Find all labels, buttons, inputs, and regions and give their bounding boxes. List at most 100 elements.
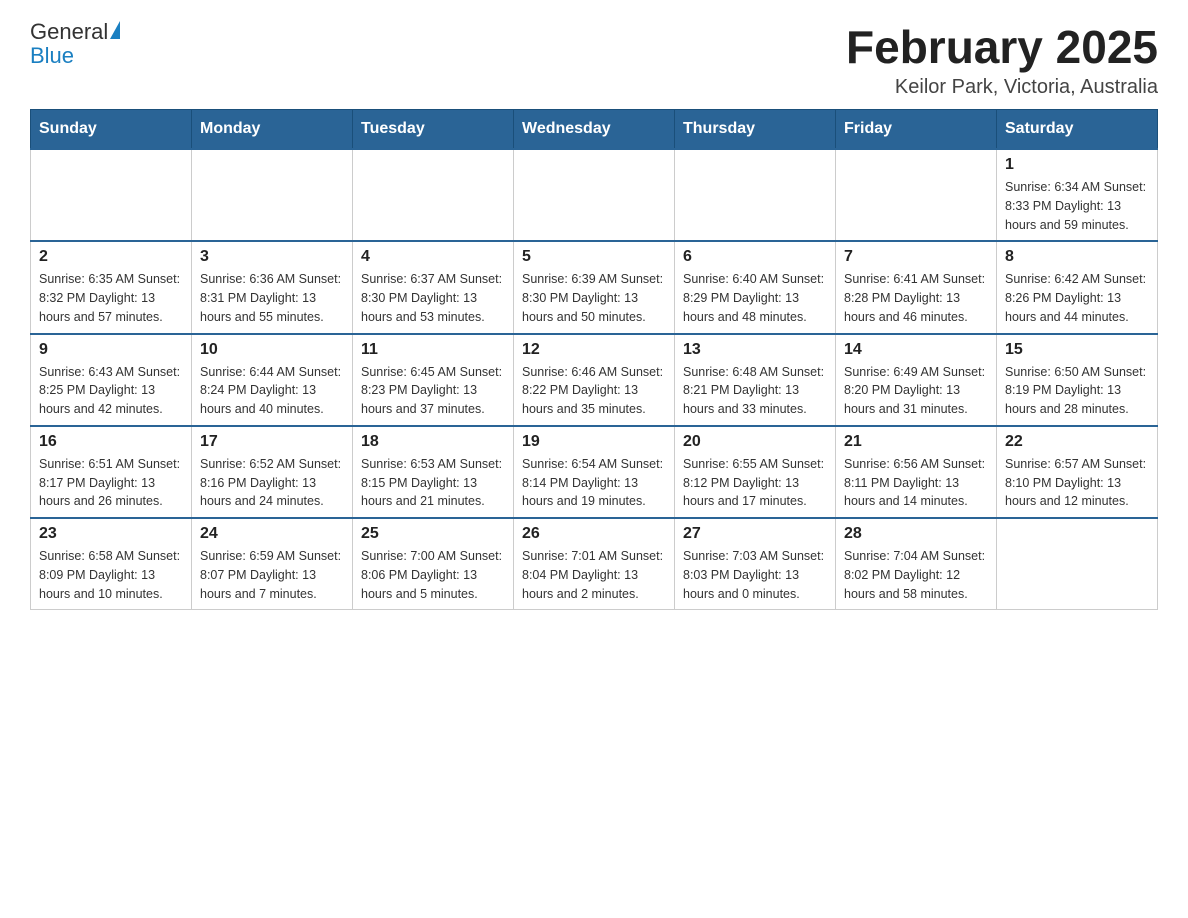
calendar-day-cell: 6 Sunrise: 6:40 AM Sunset: 8:29 PM Daylig… [675, 241, 836, 333]
day-number: 12 [522, 341, 666, 359]
day-info: Sunrise: 6:52 AM Sunset: 8:16 PM Dayligh… [200, 455, 344, 511]
day-of-week-header: Thursday [675, 110, 836, 150]
day-number: 5 [522, 248, 666, 266]
calendar-header-row: SundayMondayTuesdayWednesdayThursdayFrid… [31, 110, 1158, 150]
calendar-week-row: 9 Sunrise: 6:43 AM Sunset: 8:25 PM Daylig… [31, 334, 1158, 426]
day-number: 21 [844, 433, 988, 451]
logo-block: General Blue [30, 20, 120, 68]
calendar-day-cell: 4 Sunrise: 6:37 AM Sunset: 8:30 PM Daylig… [353, 241, 514, 333]
calendar-day-cell: 7 Sunrise: 6:41 AM Sunset: 8:28 PM Daylig… [836, 241, 997, 333]
day-of-week-header: Tuesday [353, 110, 514, 150]
day-info: Sunrise: 7:03 AM Sunset: 8:03 PM Dayligh… [683, 547, 827, 603]
calendar-day-cell: 9 Sunrise: 6:43 AM Sunset: 8:25 PM Daylig… [31, 334, 192, 426]
calendar-day-cell [997, 518, 1158, 610]
day-number: 7 [844, 248, 988, 266]
day-info: Sunrise: 6:50 AM Sunset: 8:19 PM Dayligh… [1005, 363, 1149, 419]
calendar-week-row: 2 Sunrise: 6:35 AM Sunset: 8:32 PM Daylig… [31, 241, 1158, 333]
day-number: 6 [683, 248, 827, 266]
logo-triangle-icon [110, 21, 120, 39]
calendar-week-row: 1 Sunrise: 6:34 AM Sunset: 8:33 PM Daylig… [31, 149, 1158, 241]
calendar-day-cell: 22 Sunrise: 6:57 AM Sunset: 8:10 PM Dayli… [997, 426, 1158, 518]
page-subtitle: Keilor Park, Victoria, Australia [846, 76, 1158, 99]
calendar-day-cell: 16Sunrise: 6:51 AM Sunset: 8:17 PM Dayli… [31, 426, 192, 518]
day-info: Sunrise: 6:40 AM Sunset: 8:29 PM Dayligh… [683, 270, 827, 326]
calendar-day-cell [353, 149, 514, 241]
calendar-day-cell: 25 Sunrise: 7:00 AM Sunset: 8:06 PM Dayli… [353, 518, 514, 610]
calendar-day-cell: 1 Sunrise: 6:34 AM Sunset: 8:33 PM Daylig… [997, 149, 1158, 241]
calendar-day-cell: 28 Sunrise: 7:04 AM Sunset: 8:02 PM Dayli… [836, 518, 997, 610]
day-number: 26 [522, 525, 666, 543]
calendar-day-cell: 20 Sunrise: 6:55 AM Sunset: 8:12 PM Dayli… [675, 426, 836, 518]
day-info: Sunrise: 6:41 AM Sunset: 8:28 PM Dayligh… [844, 270, 988, 326]
day-info: Sunrise: 7:01 AM Sunset: 8:04 PM Dayligh… [522, 547, 666, 603]
day-info: Sunrise: 6:45 AM Sunset: 8:23 PM Dayligh… [361, 363, 505, 419]
day-info: Sunrise: 6:49 AM Sunset: 8:20 PM Dayligh… [844, 363, 988, 419]
calendar-day-cell: 27 Sunrise: 7:03 AM Sunset: 8:03 PM Dayli… [675, 518, 836, 610]
day-info: Sunrise: 6:58 AM Sunset: 8:09 PM Dayligh… [39, 547, 183, 603]
calendar-day-cell: 11 Sunrise: 6:45 AM Sunset: 8:23 PM Dayli… [353, 334, 514, 426]
day-info: Sunrise: 6:36 AM Sunset: 8:31 PM Dayligh… [200, 270, 344, 326]
day-number: 22 [1005, 433, 1149, 451]
calendar-week-row: 16Sunrise: 6:51 AM Sunset: 8:17 PM Dayli… [31, 426, 1158, 518]
day-number: 1 [1005, 156, 1149, 174]
day-info: Sunrise: 6:46 AM Sunset: 8:22 PM Dayligh… [522, 363, 666, 419]
day-of-week-header: Wednesday [514, 110, 675, 150]
calendar-day-cell: 13 Sunrise: 6:48 AM Sunset: 8:21 PM Dayli… [675, 334, 836, 426]
day-number: 20 [683, 433, 827, 451]
calendar-day-cell [192, 149, 353, 241]
day-of-week-header: Friday [836, 110, 997, 150]
calendar-week-row: 23 Sunrise: 6:58 AM Sunset: 8:09 PM Dayli… [31, 518, 1158, 610]
logo-blue-text: Blue [30, 44, 120, 68]
logo: General Blue [30, 20, 120, 68]
day-info: Sunrise: 6:51 AM Sunset: 8:17 PM Dayligh… [39, 455, 183, 511]
calendar-day-cell [836, 149, 997, 241]
calendar-day-cell: 2 Sunrise: 6:35 AM Sunset: 8:32 PM Daylig… [31, 241, 192, 333]
calendar-day-cell: 21 Sunrise: 6:56 AM Sunset: 8:11 PM Dayli… [836, 426, 997, 518]
day-number: 14 [844, 341, 988, 359]
day-number: 9 [39, 341, 183, 359]
calendar-day-cell: 23 Sunrise: 6:58 AM Sunset: 8:09 PM Dayli… [31, 518, 192, 610]
day-info: Sunrise: 6:37 AM Sunset: 8:30 PM Dayligh… [361, 270, 505, 326]
calendar-day-cell: 10Sunrise: 6:44 AM Sunset: 8:24 PM Dayli… [192, 334, 353, 426]
day-number: 28 [844, 525, 988, 543]
calendar-day-cell: 17 Sunrise: 6:52 AM Sunset: 8:16 PM Dayli… [192, 426, 353, 518]
day-number: 4 [361, 248, 505, 266]
day-info: Sunrise: 6:35 AM Sunset: 8:32 PM Dayligh… [39, 270, 183, 326]
calendar-table: SundayMondayTuesdayWednesdayThursdayFrid… [30, 109, 1158, 610]
day-info: Sunrise: 6:59 AM Sunset: 8:07 PM Dayligh… [200, 547, 344, 603]
day-info: Sunrise: 6:48 AM Sunset: 8:21 PM Dayligh… [683, 363, 827, 419]
page-title: February 2025 [846, 20, 1158, 74]
day-number: 23 [39, 525, 183, 543]
calendar-day-cell [675, 149, 836, 241]
day-number: 8 [1005, 248, 1149, 266]
day-info: Sunrise: 6:55 AM Sunset: 8:12 PM Dayligh… [683, 455, 827, 511]
calendar-day-cell: 24Sunrise: 6:59 AM Sunset: 8:07 PM Dayli… [192, 518, 353, 610]
day-info: Sunrise: 6:43 AM Sunset: 8:25 PM Dayligh… [39, 363, 183, 419]
day-number: 3 [200, 248, 344, 266]
calendar-day-cell: 15 Sunrise: 6:50 AM Sunset: 8:19 PM Dayli… [997, 334, 1158, 426]
calendar-day-cell: 3 Sunrise: 6:36 AM Sunset: 8:31 PM Daylig… [192, 241, 353, 333]
calendar-day-cell: 26 Sunrise: 7:01 AM Sunset: 8:04 PM Dayli… [514, 518, 675, 610]
title-block: February 2025 Keilor Park, Victoria, Aus… [846, 20, 1158, 99]
day-info: Sunrise: 7:00 AM Sunset: 8:06 PM Dayligh… [361, 547, 505, 603]
day-number: 25 [361, 525, 505, 543]
day-number: 18 [361, 433, 505, 451]
day-info: Sunrise: 6:57 AM Sunset: 8:10 PM Dayligh… [1005, 455, 1149, 511]
day-number: 27 [683, 525, 827, 543]
day-number: 13 [683, 341, 827, 359]
day-number: 11 [361, 341, 505, 359]
day-number: 15 [1005, 341, 1149, 359]
day-info: Sunrise: 6:39 AM Sunset: 8:30 PM Dayligh… [522, 270, 666, 326]
day-info: Sunrise: 6:34 AM Sunset: 8:33 PM Dayligh… [1005, 178, 1149, 234]
day-of-week-header: Sunday [31, 110, 192, 150]
day-info: Sunrise: 6:44 AM Sunset: 8:24 PM Dayligh… [200, 363, 344, 419]
day-info: Sunrise: 6:54 AM Sunset: 8:14 PM Dayligh… [522, 455, 666, 511]
day-number: 2 [39, 248, 183, 266]
day-number: 19 [522, 433, 666, 451]
calendar-day-cell [514, 149, 675, 241]
day-of-week-header: Saturday [997, 110, 1158, 150]
day-info: Sunrise: 7:04 AM Sunset: 8:02 PM Dayligh… [844, 547, 988, 603]
day-info: Sunrise: 6:56 AM Sunset: 8:11 PM Dayligh… [844, 455, 988, 511]
day-of-week-header: Monday [192, 110, 353, 150]
day-number: 17 [200, 433, 344, 451]
